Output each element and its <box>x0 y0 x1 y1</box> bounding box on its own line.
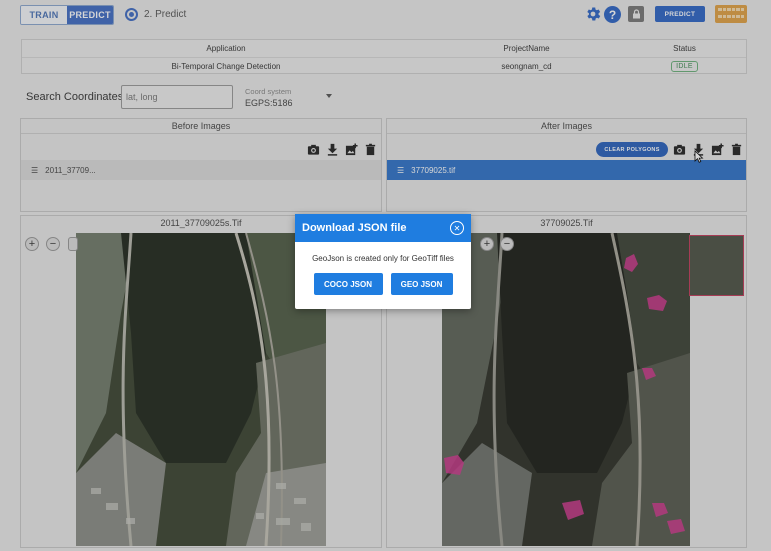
close-icon[interactable]: ✕ <box>450 221 464 235</box>
geo-json-button[interactable]: GEO JSON <box>390 273 453 295</box>
download-json-dialog: Download JSON file ✕ GeoJson is created … <box>295 214 471 309</box>
dialog-title: Download JSON file <box>295 214 471 242</box>
dialog-message: GeoJson is created only for GeoTiff file… <box>312 254 454 263</box>
coco-json-button[interactable]: COCO JSON <box>313 273 383 295</box>
